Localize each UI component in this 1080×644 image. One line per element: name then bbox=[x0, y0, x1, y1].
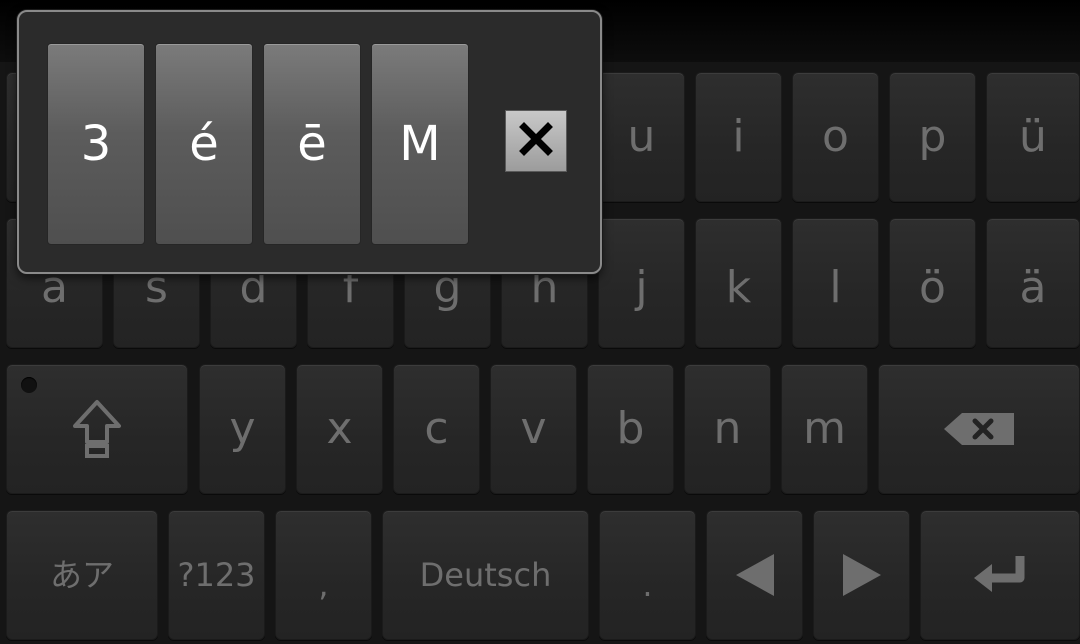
right-arrow-icon bbox=[839, 552, 885, 598]
shift-arrow-icon bbox=[71, 398, 123, 460]
period-key[interactable]: . bbox=[599, 510, 696, 640]
key-n[interactable]: n bbox=[684, 364, 771, 494]
close-icon bbox=[519, 122, 553, 160]
key-b[interactable]: b bbox=[587, 364, 674, 494]
key-l[interactable]: l bbox=[792, 218, 879, 348]
key-c[interactable]: c bbox=[393, 364, 480, 494]
key-x[interactable]: x bbox=[296, 364, 383, 494]
key-m[interactable]: m bbox=[781, 364, 868, 494]
enter-key[interactable] bbox=[920, 510, 1080, 640]
key-y[interactable]: y bbox=[199, 364, 286, 494]
popup-close-button[interactable] bbox=[505, 110, 567, 172]
alternate-characters-popup: 3 é ē M bbox=[17, 10, 602, 274]
candidate-key-2[interactable]: é bbox=[155, 43, 253, 245]
key-o-umlaut[interactable]: ö bbox=[889, 218, 976, 348]
key-v[interactable]: v bbox=[490, 364, 577, 494]
kana-key[interactable]: あア bbox=[6, 510, 158, 640]
key-u-umlaut[interactable]: ü bbox=[986, 72, 1080, 202]
symbols-key[interactable]: ?123 bbox=[168, 510, 265, 640]
key-i[interactable]: i bbox=[695, 72, 782, 202]
space-key[interactable]: Deutsch bbox=[382, 510, 589, 640]
enter-icon bbox=[970, 552, 1030, 598]
key-k[interactable]: k bbox=[695, 218, 782, 348]
candidate-key-3[interactable]: ē bbox=[263, 43, 361, 245]
key-j[interactable]: j bbox=[598, 218, 685, 348]
backspace-key[interactable] bbox=[878, 364, 1080, 494]
key-a-umlaut[interactable]: ä bbox=[986, 218, 1080, 348]
candidate-key-4[interactable]: M bbox=[371, 43, 469, 245]
key-u[interactable]: u bbox=[598, 72, 685, 202]
key-p[interactable]: p bbox=[889, 72, 976, 202]
comma-key[interactable]: , bbox=[275, 510, 372, 640]
key-o[interactable]: o bbox=[792, 72, 879, 202]
shift-key[interactable] bbox=[6, 364, 188, 494]
cursor-left-key[interactable] bbox=[706, 510, 803, 640]
backspace-icon bbox=[942, 411, 1016, 447]
left-arrow-icon bbox=[732, 552, 778, 598]
cursor-right-key[interactable] bbox=[813, 510, 910, 640]
candidate-key-1[interactable]: 3 bbox=[47, 43, 145, 245]
